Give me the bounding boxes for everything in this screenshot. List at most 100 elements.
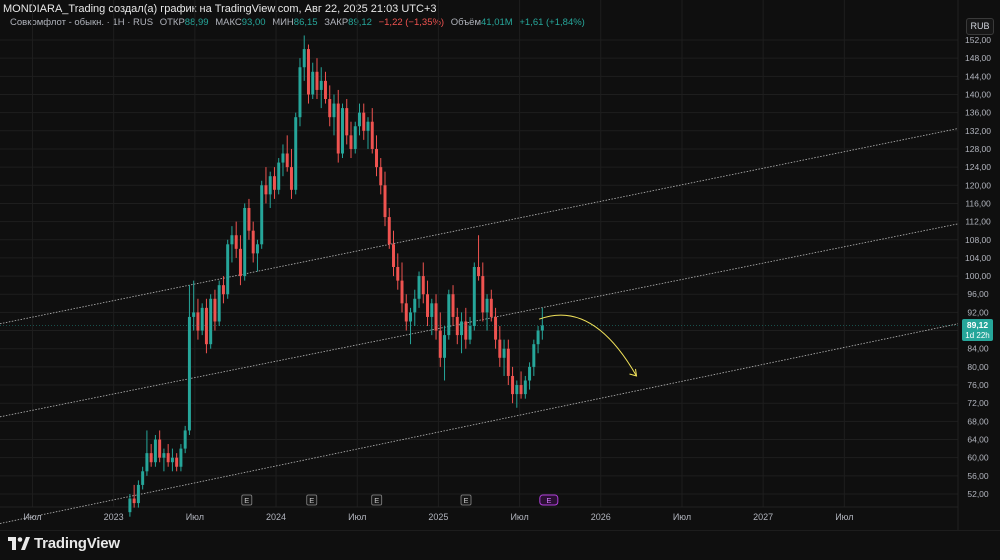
time-tick-label: Июл <box>23 512 41 522</box>
candle-body <box>294 117 298 190</box>
candle-body <box>162 453 166 458</box>
price-axis[interactable]: 52,00 56,00 60,00 64,00 68,00 72,00 76,00 80,00… <box>965 35 991 499</box>
price-chart[interactable]: 52,00 56,00 60,00 64,00 68,00 72,00 76,00 80,00… <box>0 0 1000 530</box>
candle-body <box>328 99 332 118</box>
candle-body <box>464 321 468 340</box>
candle-body <box>506 348 510 376</box>
candle-body <box>243 207 247 277</box>
price-tick-label: 68,00 <box>967 416 989 426</box>
candle-body <box>375 148 378 168</box>
price-tick-label: 52,00 <box>967 489 989 499</box>
candle-body <box>498 339 502 358</box>
earnings-marker-label: E <box>309 496 314 505</box>
candle-body <box>430 303 434 317</box>
candle-body <box>281 153 285 163</box>
earnings-marker-label: E <box>464 496 469 505</box>
candle-body <box>179 448 183 467</box>
candle-body <box>196 312 200 331</box>
candle-body <box>536 330 540 345</box>
candle-body <box>336 103 340 154</box>
price-tick-label: 124,00 <box>965 162 991 172</box>
candle-body <box>187 316 191 431</box>
candle-body <box>477 267 481 277</box>
candle-body <box>319 80 323 90</box>
price-tick-label: 120,00 <box>965 180 991 190</box>
candle-body <box>341 108 344 154</box>
candle-body <box>306 49 310 95</box>
candle-body <box>209 298 213 345</box>
candle-body <box>519 385 523 395</box>
price-tick-label: 64,00 <box>967 435 989 445</box>
candle-body <box>128 498 132 513</box>
candle-body <box>358 112 361 127</box>
candle-body <box>460 321 464 336</box>
price-tick-label: 136,00 <box>965 108 991 118</box>
candle-body <box>540 325 544 331</box>
candle-body <box>379 167 383 186</box>
price-tag: 89,12 1d 22h <box>962 319 993 341</box>
price-tag-value: 89,12 <box>967 320 989 330</box>
candle-body <box>515 385 519 395</box>
candle-body <box>502 348 506 358</box>
time-tick-label: Июл <box>510 512 528 522</box>
candle-body <box>204 307 208 345</box>
candle-body <box>289 167 293 190</box>
candle-body <box>396 267 400 281</box>
price-tick-label: 60,00 <box>967 453 989 463</box>
candle-body <box>481 276 485 313</box>
footer <box>0 530 1000 560</box>
tradingview-logo[interactable]: TradingView <box>8 535 120 552</box>
candle-body <box>183 430 187 449</box>
price-tick-label: 72,00 <box>967 398 989 408</box>
candle-body <box>323 80 327 100</box>
price-tick-label: 112,00 <box>965 217 991 227</box>
candle-body <box>387 217 391 245</box>
candle-body <box>166 453 170 463</box>
time-tick-label: 2024 <box>266 512 286 522</box>
candle-body <box>272 176 276 190</box>
candle-body <box>489 298 493 317</box>
time-tick-label: Июл <box>835 512 853 522</box>
candle-body <box>349 135 353 149</box>
candle-body <box>494 316 498 340</box>
candle-body <box>421 276 425 295</box>
candle-body <box>451 294 455 317</box>
candle-body <box>511 375 515 395</box>
candle-body <box>468 326 472 340</box>
price-tick-label: 92,00 <box>967 307 989 317</box>
candle-body <box>285 153 289 168</box>
price-tick-label: 96,00 <box>967 289 989 299</box>
candle-body <box>192 312 196 317</box>
candle-body <box>383 185 387 218</box>
candle-body <box>447 294 451 336</box>
candle-body <box>255 244 259 254</box>
price-tick-label: 56,00 <box>967 471 989 481</box>
candle-body <box>217 285 221 322</box>
candle-body <box>528 366 532 381</box>
price-tick-label: 144,00 <box>965 71 991 81</box>
candle-body <box>145 453 149 472</box>
candle-body <box>268 176 272 195</box>
candle-body <box>247 207 251 231</box>
candle-body <box>426 294 430 317</box>
candle-body <box>345 108 349 136</box>
candle-body <box>277 162 281 190</box>
candle-body <box>260 185 264 245</box>
candle-body <box>251 230 255 254</box>
candle-body <box>132 498 136 504</box>
candle-body <box>149 453 153 463</box>
candle-body <box>153 439 157 463</box>
brand-name: TradingView <box>34 535 120 552</box>
candle-body <box>353 126 357 149</box>
price-tick-label: 148,00 <box>965 53 991 63</box>
time-axis[interactable]: Июл 2023 Июл 2024 Июл 2025 Июл 2026 Июл 2027 Июл <box>23 512 853 522</box>
candle-body <box>332 103 336 118</box>
price-tick-label: 116,00 <box>965 198 991 208</box>
time-tick-label: 2026 <box>591 512 611 522</box>
candle-body <box>485 298 489 313</box>
candle-body <box>400 280 404 304</box>
candle-body <box>532 344 536 367</box>
candle-body <box>523 380 527 395</box>
candle-body <box>234 235 238 249</box>
price-tick-label: 152,00 <box>965 35 991 45</box>
